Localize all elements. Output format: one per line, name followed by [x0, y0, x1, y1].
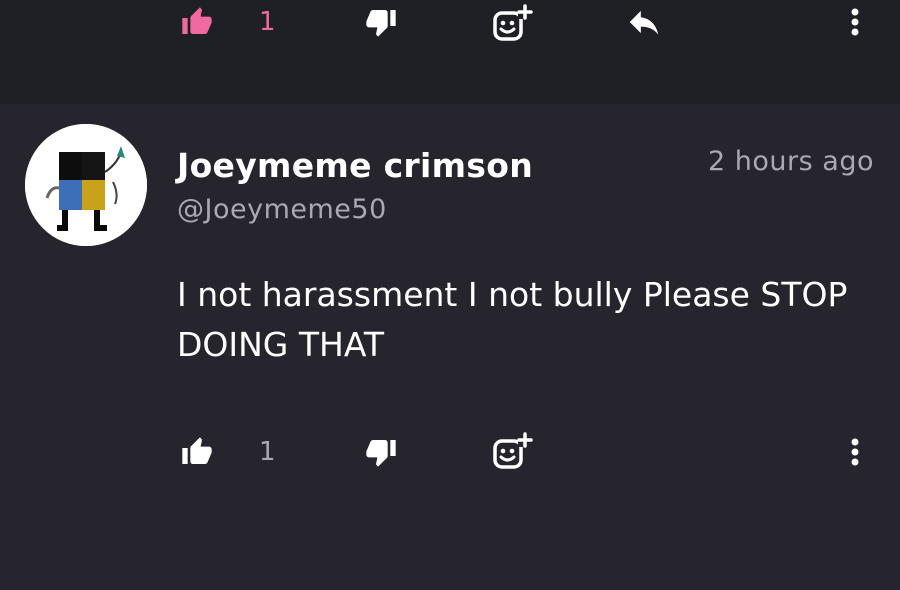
thumbs-up-icon: [182, 7, 212, 34]
more-options-button[interactable]: [840, 432, 870, 472]
dislike-button[interactable]: [362, 432, 400, 472]
reply-button[interactable]: [624, 2, 664, 42]
emoji-react-button[interactable]: [490, 430, 534, 474]
comment-text: I not harassment I not bully Please STOP…: [177, 275, 848, 364]
more-vertical-icon: [851, 438, 859, 466]
like-count: 1: [259, 437, 276, 467]
comment-actions: 1: [0, 432, 900, 472]
emoji-react-icon: [493, 4, 533, 41]
like-button[interactable]: [178, 2, 216, 42]
more-options-button[interactable]: [840, 2, 870, 42]
more-vertical-icon: [851, 8, 859, 36]
thumbs-up-icon: [182, 437, 212, 464]
emoji-react-icon: [493, 432, 533, 469]
author-handle[interactable]: @Joeymeme50: [177, 194, 387, 225]
previous-comment-actions: 1: [0, 2, 900, 42]
reply-icon: [629, 10, 659, 35]
author-name[interactable]: Joeymeme crimson: [177, 146, 533, 185]
like-button[interactable]: [178, 432, 216, 472]
avatar-image: [25, 124, 147, 246]
like-count: 1: [259, 7, 276, 37]
thumbs-down-icon: [366, 440, 396, 467]
timestamp: 2 hours ago: [708, 146, 874, 177]
avatar[interactable]: [25, 124, 147, 246]
thumbs-down-icon: [366, 10, 396, 37]
emoji-react-button[interactable]: [490, 2, 534, 46]
dislike-button[interactable]: [362, 2, 400, 42]
previous-comment: 1: [0, 0, 900, 104]
comment: Joeymeme crimson @Joeymeme50 2 hours ago…: [0, 104, 900, 590]
